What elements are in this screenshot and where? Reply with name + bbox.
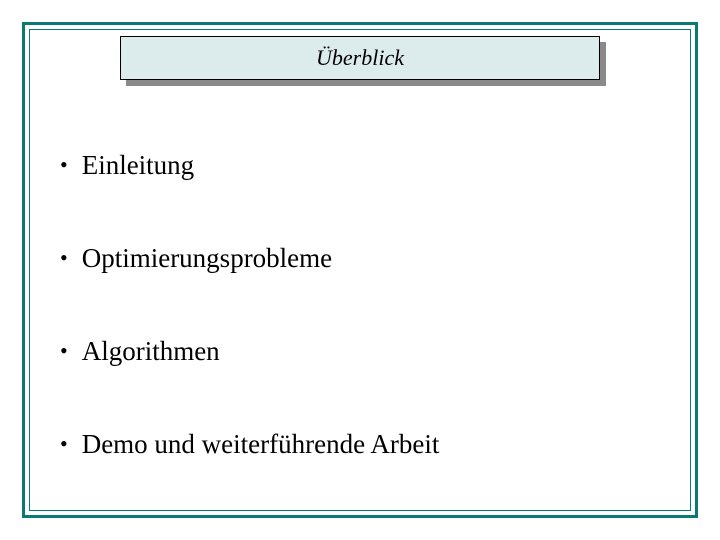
list-item: • Einleitung bbox=[60, 150, 660, 181]
bullet-icon: • bbox=[60, 247, 68, 269]
slide-title: Überblick bbox=[316, 45, 404, 71]
content-area: • Einleitung • Optimierungsprobleme • Al… bbox=[60, 150, 660, 500]
bullet-text: Algorithmen bbox=[82, 336, 220, 367]
bullet-icon: • bbox=[60, 340, 68, 362]
bullet-icon: • bbox=[60, 433, 68, 455]
list-item: • Demo und weiterführende Arbeit bbox=[60, 429, 660, 460]
bullet-text: Optimierungsprobleme bbox=[82, 243, 332, 274]
bullet-text: Demo und weiterführende Arbeit bbox=[82, 429, 440, 460]
bullet-icon: • bbox=[60, 154, 68, 176]
bullet-text: Einleitung bbox=[82, 150, 194, 181]
title-container: Überblick bbox=[120, 36, 600, 80]
title-box: Überblick bbox=[120, 36, 600, 80]
list-item: • Optimierungsprobleme bbox=[60, 243, 660, 274]
list-item: • Algorithmen bbox=[60, 336, 660, 367]
